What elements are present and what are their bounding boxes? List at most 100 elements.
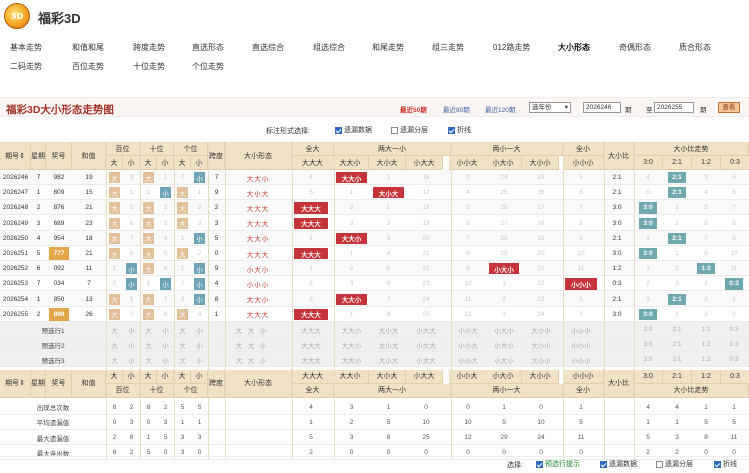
checkbox-icon[interactable] [335,126,342,134]
footer-option-missing-layer[interactable]: 遗漏分层 [656,459,693,469]
nav-link[interactable]: 二码走势 [10,61,42,72]
sort-icon[interactable]: ⇕ [19,152,25,160]
nav-link[interactable]: 012路走势 [493,42,530,53]
nav-link[interactable]: 大小形态 [558,42,590,53]
preview-form-cell[interactable]: 小 [257,352,269,367]
preview-form-cell[interactable]: 大 [233,352,245,367]
preview-cell[interactable]: 大大大 [292,337,330,352]
preview-cell[interactable]: 小大大 [408,352,444,367]
preview-size-cell[interactable]: 大 [174,352,191,367]
preview-cell[interactable]: 小小大 [451,352,485,367]
preview-form-cell[interactable]: 大 [245,352,257,367]
range-link-80[interactable]: 最近80期 [443,104,470,114]
preview-form-cell[interactable]: 小 [257,322,269,337]
range-link-50[interactable]: 最近50期 [400,104,427,114]
preview-cell[interactable]: 小小大 [451,322,485,337]
fucai-3d-logo[interactable]: 3D [4,3,30,29]
query-button[interactable]: 查看 [718,102,740,113]
nav-link[interactable]: 跨度走势 [133,42,165,53]
preview-size-cell[interactable]: 大 [140,352,157,367]
preview-cell[interactable]: 大小大 [371,337,406,352]
preview-size-cell[interactable]: 小 [191,352,208,367]
preview-size-cell[interactable]: 小 [157,322,174,337]
checkbox-icon[interactable] [714,460,721,468]
nav-link[interactable]: 质合形态 [679,42,711,53]
nav-link[interactable]: 组三走势 [432,42,464,53]
preview-cell[interactable]: 小大小 [487,322,521,337]
preview-cell[interactable]: 0:3 [720,352,748,367]
checkbox-icon[interactable] [391,126,398,134]
nav-link[interactable]: 直选形态 [192,42,224,53]
preview-form-cell[interactable]: 小 [257,337,269,352]
preview-form-cell[interactable]: 大 [245,322,257,337]
preview-cell[interactable]: 大小小 [524,322,558,337]
nav-link[interactable]: 和值和尾 [72,42,104,53]
preview-size-cell[interactable]: 大 [106,337,123,352]
preview-cell[interactable]: 大大小 [334,322,369,337]
preview-cell[interactable]: 小小小 [563,322,599,337]
preview-cell[interactable]: 大大大 [292,352,330,367]
preview-size-cell[interactable]: 大 [140,337,157,352]
nav-link[interactable]: 十位走势 [133,61,165,72]
nav-link[interactable]: 个位走势 [192,61,224,72]
preview-form-cell[interactable]: 大 [245,337,257,352]
preview-cell[interactable]: 大小大 [371,352,406,367]
preview-size-cell[interactable]: 大 [174,322,191,337]
checkbox-icon[interactable] [448,126,455,134]
preview-form-cell[interactable]: 大 [233,322,245,337]
preview-cell[interactable]: 小大小 [487,352,521,367]
preview-cell[interactable]: 2:1 [663,337,691,352]
preview-size-cell[interactable]: 小 [157,352,174,367]
checkbox-icon[interactable] [600,460,607,468]
preview-cell[interactable]: 0:3 [720,322,748,337]
preview-cell[interactable]: 0:3 [720,337,748,352]
from-issue-input[interactable]: 2026246 [583,102,621,113]
preview-size-cell[interactable]: 大 [140,322,157,337]
preview-cell[interactable]: 大大大 [292,322,330,337]
range-link-120[interactable]: 最近120期 [485,104,515,114]
preview-size-cell[interactable]: 大 [174,337,191,352]
preview-size-cell[interactable]: 小 [191,337,208,352]
footer-option-polyline[interactable]: 折线 [714,459,737,469]
year-select[interactable]: 选年份 ▾ [529,102,571,113]
preview-cell[interactable]: 1:2 [692,337,720,352]
nav-link[interactable]: 基本走势 [10,42,42,53]
preview-cell[interactable]: 3:0 [634,337,662,352]
preview-size-cell[interactable]: 小 [123,352,140,367]
nav-link[interactable]: 和尾走势 [372,42,404,53]
preview-cell[interactable]: 小大小 [487,337,521,352]
option-missing-data[interactable]: 遗漏数据 [335,125,372,135]
preview-cell[interactable]: 大小小 [524,352,558,367]
preview-cell[interactable]: 小大大 [408,322,444,337]
footer-option-preview-hint[interactable]: 预选行提示 [536,459,580,469]
preview-size-cell[interactable]: 小 [191,322,208,337]
preview-size-cell[interactable]: 小 [123,322,140,337]
preview-cell[interactable]: 大小大 [371,322,406,337]
nav-link[interactable]: 奇偶形态 [619,42,651,53]
footer-option-missing-data[interactable]: 遗漏数据 [600,459,637,469]
preview-cell[interactable]: 小大大 [408,337,444,352]
preview-cell[interactable]: 小小小 [563,352,599,367]
preview-cell[interactable]: 1:2 [692,352,720,367]
checkbox-icon[interactable] [536,460,543,468]
preview-cell[interactable]: 1:2 [692,322,720,337]
preview-cell[interactable]: 大大小 [334,352,369,367]
preview-cell[interactable]: 2:1 [663,322,691,337]
sort-icon[interactable]: ⇕ [19,379,25,387]
preview-cell[interactable]: 大大小 [334,337,369,352]
preview-size-cell[interactable]: 小 [157,337,174,352]
nav-link[interactable]: 直选综合 [252,42,284,53]
preview-cell[interactable]: 2:1 [663,352,691,367]
nav-link[interactable]: 百位走势 [72,61,104,72]
preview-size-cell[interactable]: 大 [106,352,123,367]
preview-cell[interactable]: 小小大 [451,337,485,352]
preview-cell[interactable]: 大小小 [524,337,558,352]
checkbox-icon[interactable] [656,460,663,468]
preview-cell[interactable]: 3:0 [634,352,662,367]
option-polyline[interactable]: 折线 [448,125,471,135]
preview-size-cell[interactable]: 大 [106,322,123,337]
preview-form-cell[interactable]: 大 [233,337,245,352]
preview-size-cell[interactable]: 小 [123,337,140,352]
preview-cell[interactable]: 小小小 [563,337,599,352]
preview-cell[interactable]: 3:0 [634,322,662,337]
